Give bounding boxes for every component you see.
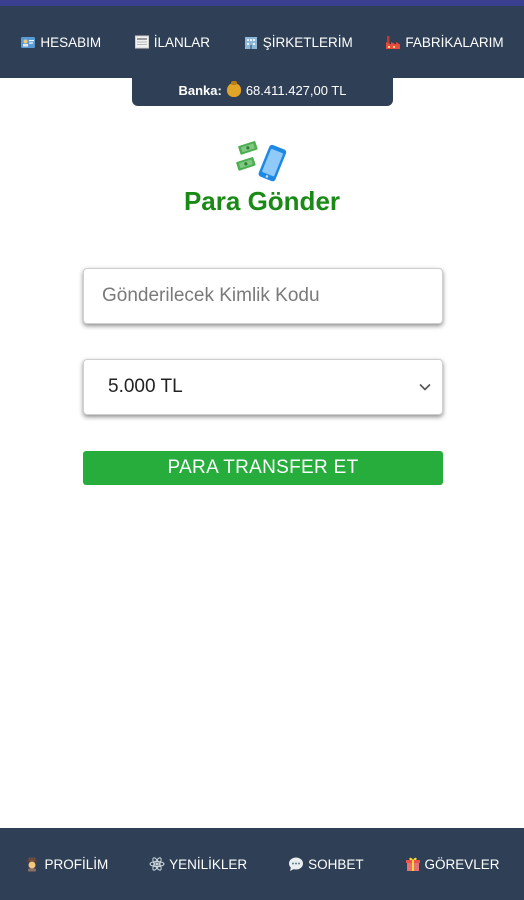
nav-item-hesabim[interactable]: HESABIM <box>20 34 101 50</box>
page-title: Para Gönder <box>183 186 341 216</box>
speech-bubble-icon <box>289 857 304 871</box>
transfer-button[interactable]: PARA TRANSFER ET <box>83 451 443 485</box>
id-card-icon <box>21 37 36 48</box>
nav-item-ilanlar[interactable]: İLANLAR <box>134 34 210 50</box>
bank-label: Banka: <box>178 82 222 98</box>
amount-select[interactable]: 5.000 TL <box>83 359 443 415</box>
chevron-down-icon <box>419 383 431 391</box>
nav-item-sirketlerim[interactable]: ŞİRKETLERİM <box>243 34 353 50</box>
nav-item-yenilikler[interactable]: YENİLİKLER <box>149 856 247 872</box>
office-building-icon <box>244 37 257 49</box>
nav-item-label: SOHBET <box>308 856 364 872</box>
id-code-field <box>83 268 443 324</box>
newspaper-icon <box>134 35 149 49</box>
nav-item-label: HESABIM <box>40 34 102 50</box>
nav-item-label: GÖREVLER <box>424 856 500 872</box>
amount-select-value: 5.000 TL <box>108 376 183 397</box>
gift-icon <box>405 857 420 871</box>
money-bag-icon <box>226 81 241 97</box>
bottom-navigation: PROFİLİM YENİLİKLER SOHBET GÖREVLER <box>0 828 524 900</box>
atom-icon <box>149 857 165 871</box>
money-phone-icon <box>236 141 287 182</box>
factory-icon <box>386 36 401 49</box>
nav-item-sohbet[interactable]: SOHBET <box>288 856 364 872</box>
nav-item-fabrikalarim[interactable]: FABRİKALARIM <box>385 34 504 50</box>
nav-item-label: İLANLAR <box>153 34 211 50</box>
nav-item-label: YENİLİKLER <box>169 856 248 872</box>
bank-balance-value: 68.411.427,00 TL <box>245 82 347 98</box>
nav-item-profilim[interactable]: PROFİLİM <box>24 856 108 872</box>
id-code-input[interactable] <box>84 269 442 323</box>
nav-item-label: PROFİLİM <box>44 856 109 872</box>
top-navigation: HESABIM İLANLAR ŞİRKETLERİM FABRİKALARIM <box>0 6 524 78</box>
bank-balance-bar: Banka: 68.411.427,00 TL <box>132 74 393 106</box>
nav-item-label: FABRİKALARIM <box>405 34 504 50</box>
detective-icon <box>26 857 39 872</box>
nav-item-label: ŞİRKETLERİM <box>262 34 353 50</box>
nav-item-gorevler[interactable]: GÖREVLER <box>405 856 500 872</box>
